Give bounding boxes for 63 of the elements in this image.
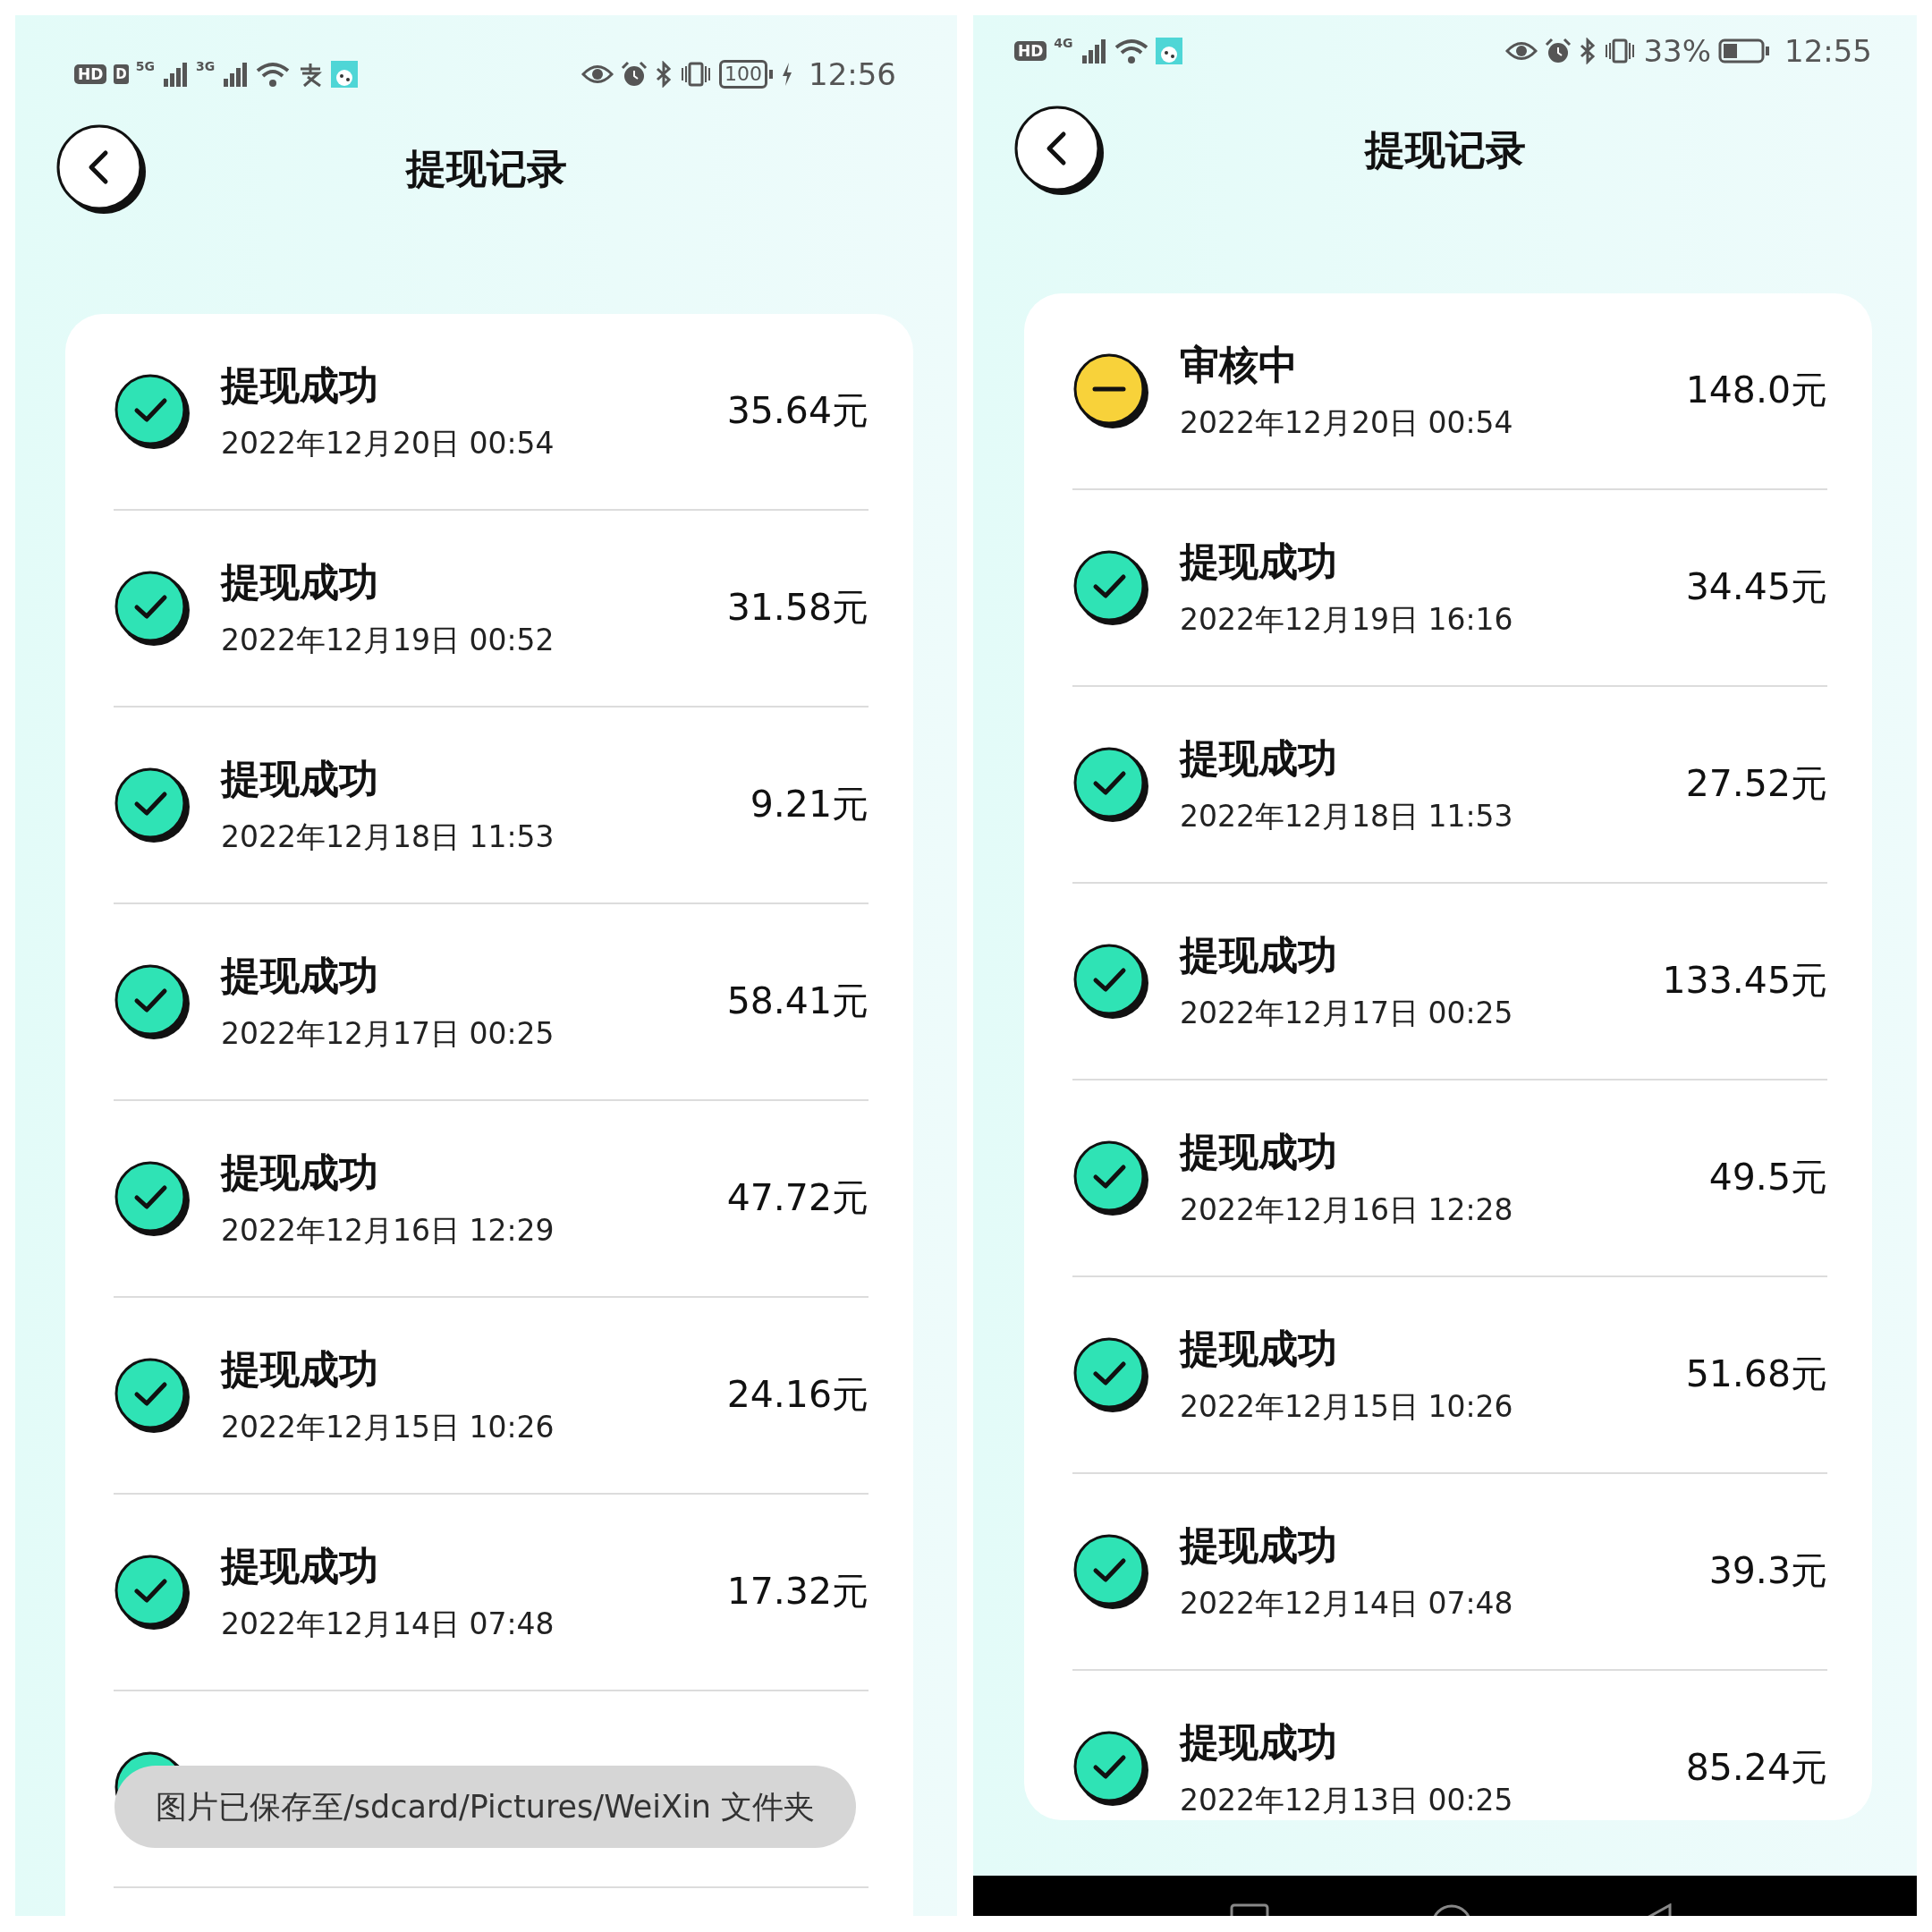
record-amount: 51.68元 <box>1685 1352 1827 1398</box>
record-date: 2022年12月15日 10:26 <box>221 1409 555 1445</box>
record-status: 提现成功 <box>221 1345 379 1394</box>
record-date: 2022年12月14日 07:48 <box>1180 1585 1513 1622</box>
battery-percent: 33% <box>1643 31 1711 71</box>
record-status: 提现成功 <box>1180 1718 1338 1767</box>
network-label: 5G <box>135 58 156 75</box>
record-amount: 34.45元 <box>1685 564 1827 611</box>
record-status: 提现成功 <box>221 755 379 803</box>
status-time: 12:56 <box>809 55 896 94</box>
record-date: 2022年12月16日 12:29 <box>221 1212 555 1249</box>
record-status: 提现成功 <box>221 558 379 606</box>
signal-icon <box>222 61 250 88</box>
record-date: 2022年12月17日 00:25 <box>221 1015 555 1052</box>
record-amount: 31.58元 <box>726 585 869 631</box>
record-status: 提现成功 <box>221 1148 379 1197</box>
record-date: 2022年12月17日 00:25 <box>1180 995 1513 1031</box>
record-date: 2022年12月20日 00:54 <box>1180 404 1513 441</box>
record-status: 审核中 <box>1180 341 1299 389</box>
hd-indicator: HD <box>1014 40 1047 62</box>
hd-indicator: HD <box>74 64 107 85</box>
record-amount: 9.21元 <box>750 782 869 828</box>
record-status: 提现成功 <box>221 952 379 1000</box>
record-amount: 47.72元 <box>726 1175 869 1222</box>
signal-icon <box>1080 38 1107 64</box>
record-date: 2022年12月14日 07:48 <box>221 1606 555 1642</box>
record-amount: 24.16元 <box>726 1372 869 1419</box>
record-date: 2022年12月13日 00:25 <box>1180 1782 1513 1818</box>
record-status: 提现成功 <box>1180 1521 1338 1570</box>
record-amount: 17.32元 <box>726 1569 869 1615</box>
page-title: 提现记录 <box>405 145 567 193</box>
record-status: 提现成功 <box>1180 1128 1338 1176</box>
record-amount: 39.3元 <box>1708 1548 1827 1595</box>
page-title: 提现记录 <box>1364 126 1526 174</box>
record-status: 提现成功 <box>1180 734 1338 783</box>
record-date: 2022年12月19日 16:16 <box>1180 601 1513 638</box>
back-button[interactable] <box>55 123 148 216</box>
record-amount: 58.41元 <box>726 979 869 1025</box>
back-button[interactable] <box>1013 104 1106 197</box>
record-date: 2022年12月18日 11:53 <box>221 818 555 855</box>
network-label: 4G <box>1054 35 1073 52</box>
record-date: 2022年12月18日 11:53 <box>1180 798 1513 835</box>
record-date: 2022年12月20日 00:54 <box>221 425 555 462</box>
record-date: 2022年12月15日 10:26 <box>1180 1388 1513 1425</box>
record-amount: 27.52元 <box>1685 761 1827 808</box>
record-amount: 148.0元 <box>1685 368 1827 414</box>
record-status: 提现成功 <box>221 361 379 410</box>
battery-indicator: 100 <box>719 59 773 89</box>
record-status: 提现成功 <box>221 1542 379 1590</box>
sim-indicator: D <box>114 64 129 85</box>
record-amount: 35.64元 <box>726 388 869 435</box>
status-time: 12:55 <box>1784 31 1872 71</box>
record-status: 提现成功 <box>1180 1325 1338 1373</box>
record-date: 2022年12月19日 00:52 <box>221 622 555 658</box>
record-amount: 85.24元 <box>1685 1745 1827 1792</box>
record-amount: 49.5元 <box>1708 1155 1827 1201</box>
toast-message: 图片已保存至/sdcard/Pictures/WeiXin 文件夹 <box>114 1766 856 1848</box>
record-amount: 133.45元 <box>1662 958 1827 1004</box>
network-label: 3G <box>196 58 216 75</box>
record-status: 提现成功 <box>1180 931 1338 979</box>
record-date: 2022年12月16日 12:28 <box>1180 1191 1513 1228</box>
signal-icon <box>162 61 190 88</box>
record-status: 提现成功 <box>1180 538 1338 586</box>
